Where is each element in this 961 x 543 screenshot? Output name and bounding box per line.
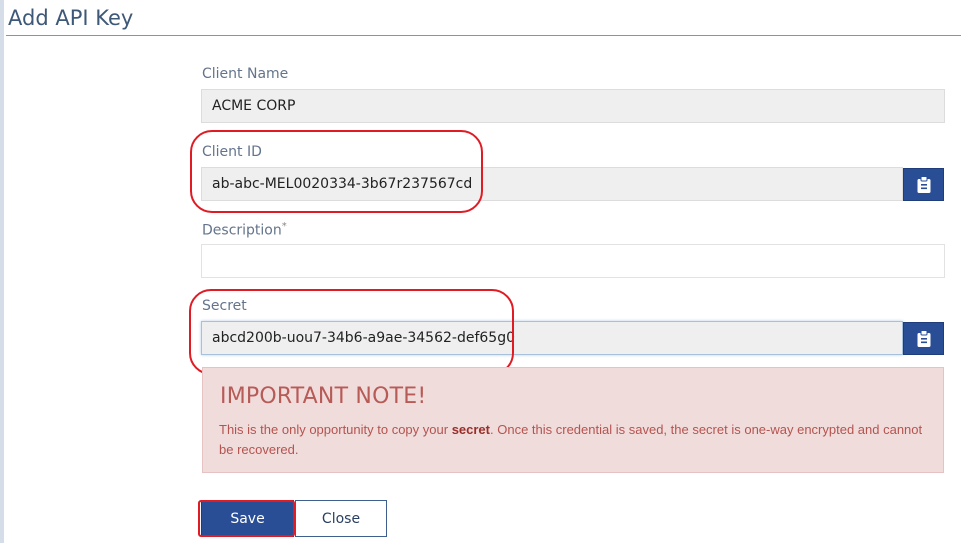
description-label: Description* [202, 221, 287, 239]
left-edge-stripe [0, 0, 4, 543]
client-id-field[interactable] [201, 167, 903, 201]
required-marker: * [281, 221, 287, 232]
close-button[interactable]: Close [295, 500, 387, 537]
important-note-heading: IMPORTANT NOTE! [220, 384, 427, 409]
clipboard-icon [917, 329, 930, 347]
description-input[interactable] [201, 244, 945, 278]
title-divider [6, 35, 961, 36]
client-name-label: Client Name [202, 66, 289, 82]
dialog-title: Add API Key [8, 6, 134, 30]
copy-client-id-button[interactable] [903, 168, 944, 201]
secret-field[interactable] [201, 321, 903, 355]
clipboard-icon [917, 175, 930, 193]
important-note-alert: IMPORTANT NOTE! This is the only opportu… [202, 367, 944, 473]
copy-secret-button[interactable] [903, 322, 944, 355]
client-id-label: Client ID [202, 144, 262, 160]
save-button[interactable]: Save [201, 500, 294, 537]
important-note-text: This is the only opportunity to copy you… [219, 422, 923, 457]
secret-label: Secret [202, 298, 247, 314]
client-name-field[interactable] [201, 89, 945, 123]
